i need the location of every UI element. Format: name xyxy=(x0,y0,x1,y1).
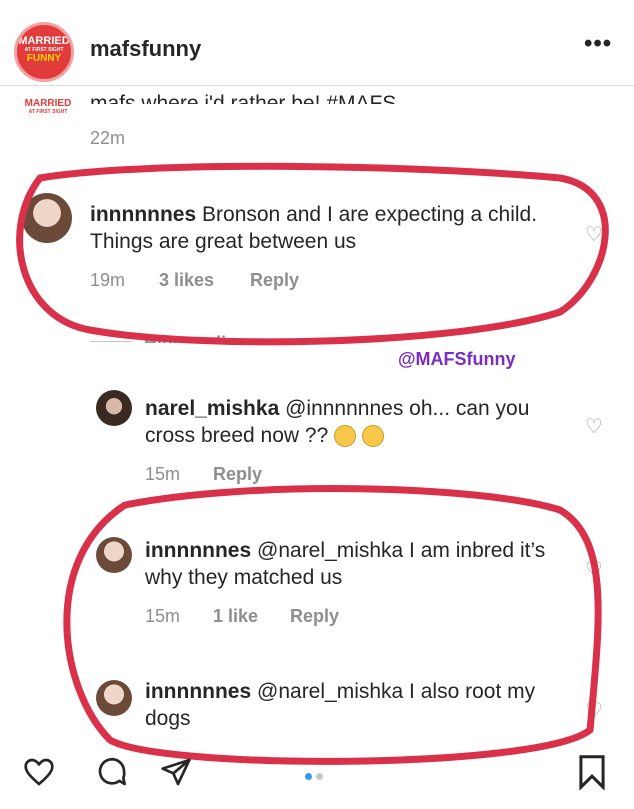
comment-like-heart-icon[interactable]: ♡ xyxy=(585,222,603,247)
watermark: @MAFSfunny xyxy=(398,349,516,369)
comment-reply-button[interactable]: Reply xyxy=(250,270,299,291)
reply-avatar[interactable] xyxy=(96,390,132,426)
comment-time: 19m xyxy=(90,270,126,290)
comment-likes[interactable]: 3 likes xyxy=(159,270,214,291)
commenter-avatar[interactable] xyxy=(22,193,72,243)
reply-username[interactable]: innnnnnes xyxy=(145,539,251,562)
carousel-dot xyxy=(316,773,323,780)
header-username[interactable]: mafsfunny xyxy=(90,36,201,62)
caption-time: 22m xyxy=(90,128,126,148)
reply-like-heart-icon[interactable]: ♡ xyxy=(585,698,603,723)
more-options-icon[interactable]: ••• xyxy=(584,30,612,58)
heart-icon[interactable] xyxy=(22,756,56,788)
comment-username[interactable]: innnnnnes xyxy=(90,203,196,226)
reply-body: innnnnnes @narel_mishka I am inbred it’s… xyxy=(145,537,555,591)
reply-likes[interactable]: 1 like xyxy=(213,606,258,627)
grinning-face-emoji-icon xyxy=(361,425,384,448)
logo-line-3: FUNNY xyxy=(26,53,62,64)
comment-icon[interactable] xyxy=(96,756,128,788)
reply-username[interactable]: narel_mishka xyxy=(145,397,279,420)
reply-reply-button[interactable]: Reply xyxy=(290,606,339,627)
replies-divider xyxy=(90,341,132,342)
reply-body: innnnnnes @narel_mishka I also root my d… xyxy=(145,678,555,732)
reply-like-heart-icon[interactable]: ♡ xyxy=(585,414,603,439)
hide-replies-button[interactable]: Hide replies xyxy=(144,331,246,343)
carousel-dot-active xyxy=(305,773,312,780)
caption-logo-line-2: AT FIRST SIGHT xyxy=(28,109,68,115)
caption-text: mafs where i'd rather be! #MAFS xyxy=(90,92,397,104)
reply-time: 15m xyxy=(145,606,181,626)
reply-like-heart-icon[interactable]: ♡ xyxy=(585,557,603,582)
caption-logo-line-1: MARRIED xyxy=(24,98,72,109)
reply-username[interactable]: innnnnnes xyxy=(145,680,251,703)
reply-avatar[interactable] xyxy=(96,537,132,573)
reply-time: 15m xyxy=(145,464,181,484)
carousel-indicator xyxy=(303,767,325,785)
logo-line-1: MARRIED xyxy=(18,35,70,47)
account-avatar[interactable]: MARRIED AT FIRST SIGHT FUNNY xyxy=(14,22,74,82)
share-icon[interactable] xyxy=(160,756,192,788)
reply-body: narel_mishka @innnnnnes oh... can you cr… xyxy=(145,395,565,449)
action-bar xyxy=(0,740,634,809)
reply-reply-button[interactable]: Reply xyxy=(213,464,262,485)
bookmark-icon[interactable] xyxy=(578,754,606,790)
reply-avatar[interactable] xyxy=(96,680,132,716)
hushed-face-emoji-icon xyxy=(334,425,357,448)
caption-avatar[interactable]: MARRIED AT FIRST SIGHT xyxy=(20,95,76,125)
comment-body: innnnnnes Bronson and I are expecting a … xyxy=(90,201,560,255)
